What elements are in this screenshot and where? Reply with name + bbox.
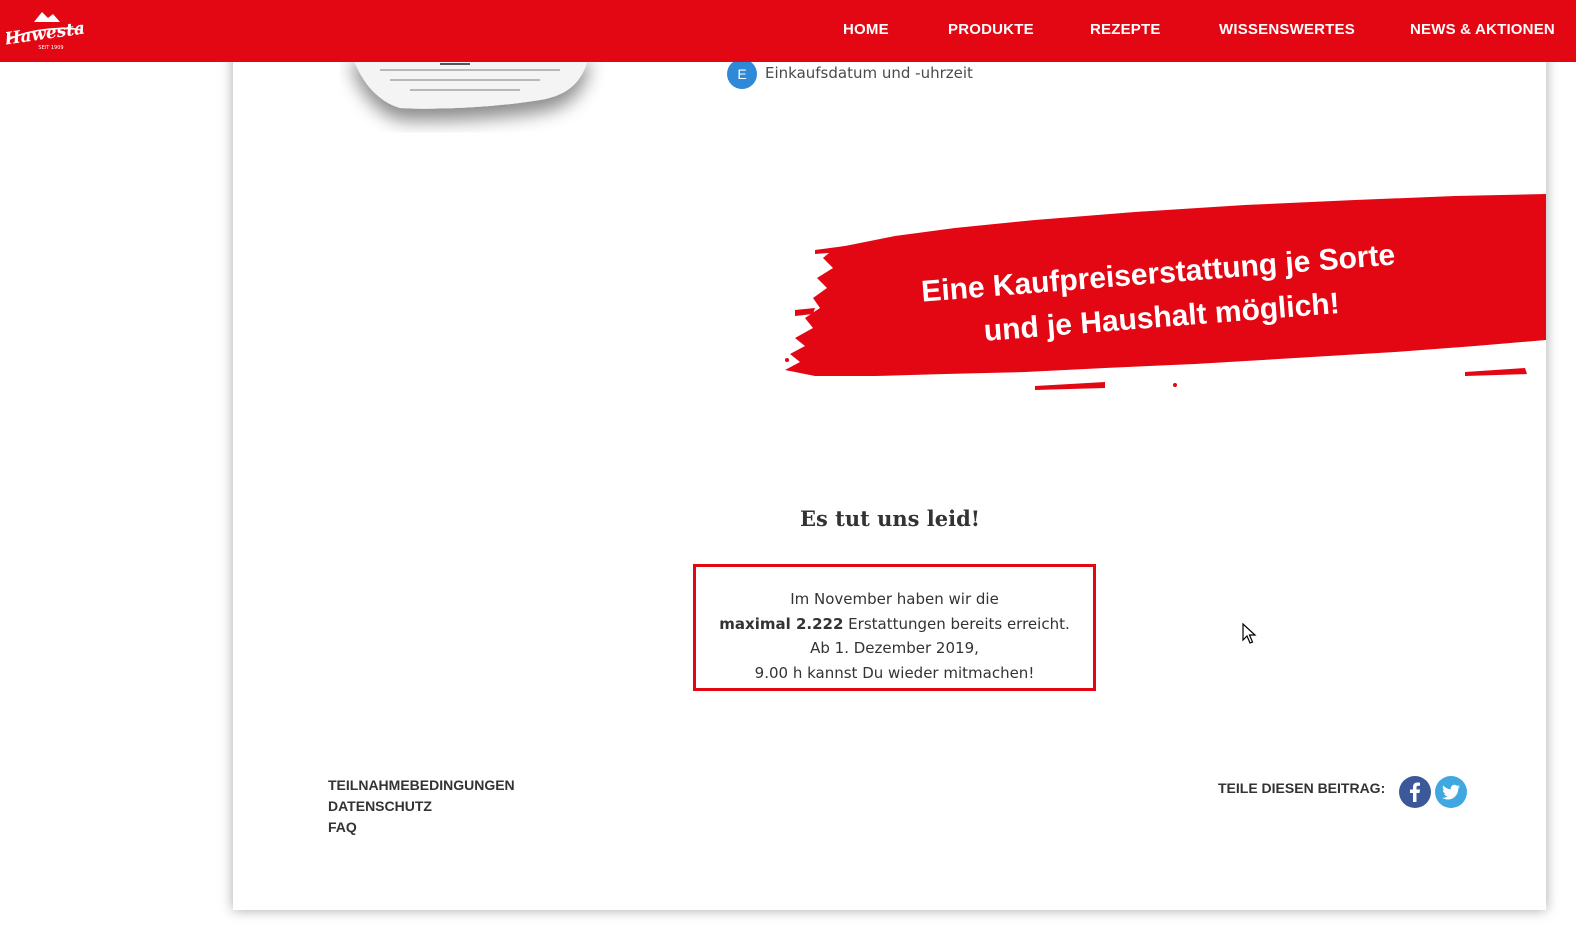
main-navigation: HOME PRODUKTE REZEPTE WISSENSWERTES NEWS…: [0, 0, 1576, 62]
nav-item-wissenswertes[interactable]: WISSENSWERTES: [1219, 21, 1355, 38]
nav-item-home[interactable]: HOME: [843, 21, 889, 38]
twitter-icon: [1442, 784, 1460, 800]
notice-line-3: Ab 1. Dezember 2019,: [810, 639, 979, 657]
nav-item-news-aktionen[interactable]: NEWS & AKTIONEN: [1410, 21, 1555, 38]
notice-line-1: Im November haben wir die: [790, 590, 999, 608]
notice-line-2-bold: maximal 2.222: [719, 614, 844, 633]
facebook-icon: [1410, 782, 1420, 802]
share-label: TEILE DIESEN BEITRAG:: [1218, 780, 1386, 796]
footer-link-faq[interactable]: FAQ: [328, 819, 515, 840]
footer-link-teilnahmebedingungen[interactable]: TEILNAHMEBEDINGUNGEN: [328, 777, 515, 798]
list-item-label: Einkaufsdatum und -uhrzeit: [765, 64, 973, 82]
sorry-heading: Es tut uns leid!: [799, 506, 980, 531]
footer-links: TEILNAHMEBEDINGUNGEN DATENSCHUTZ FAQ: [328, 777, 515, 840]
twitter-share-button[interactable]: [1435, 776, 1467, 808]
notice-box: Im November haben wir die maximal 2.222 …: [693, 564, 1096, 691]
facebook-share-button[interactable]: [1399, 776, 1431, 808]
list-badge: E: [727, 59, 757, 89]
footer-link-datenschutz[interactable]: DATENSCHUTZ: [328, 798, 515, 819]
notice-line-2: maximal 2.222 Erstattungen bereits errei…: [696, 612, 1093, 637]
nav-item-produkte[interactable]: PRODUKTE: [948, 21, 1034, 38]
notice-line-2-rest: Erstattungen bereits erreicht.: [843, 614, 1070, 633]
notice-line-4: 9.00 h kannst Du wieder mitmachen!: [754, 663, 1035, 682]
top-navigation-bar: Hawesta SEIT 1909 HOME PRODUKTE REZEPTE …: [0, 0, 1576, 62]
mouse-cursor-icon: [1242, 623, 1258, 645]
nav-item-rezepte[interactable]: REZEPTE: [1090, 21, 1161, 38]
